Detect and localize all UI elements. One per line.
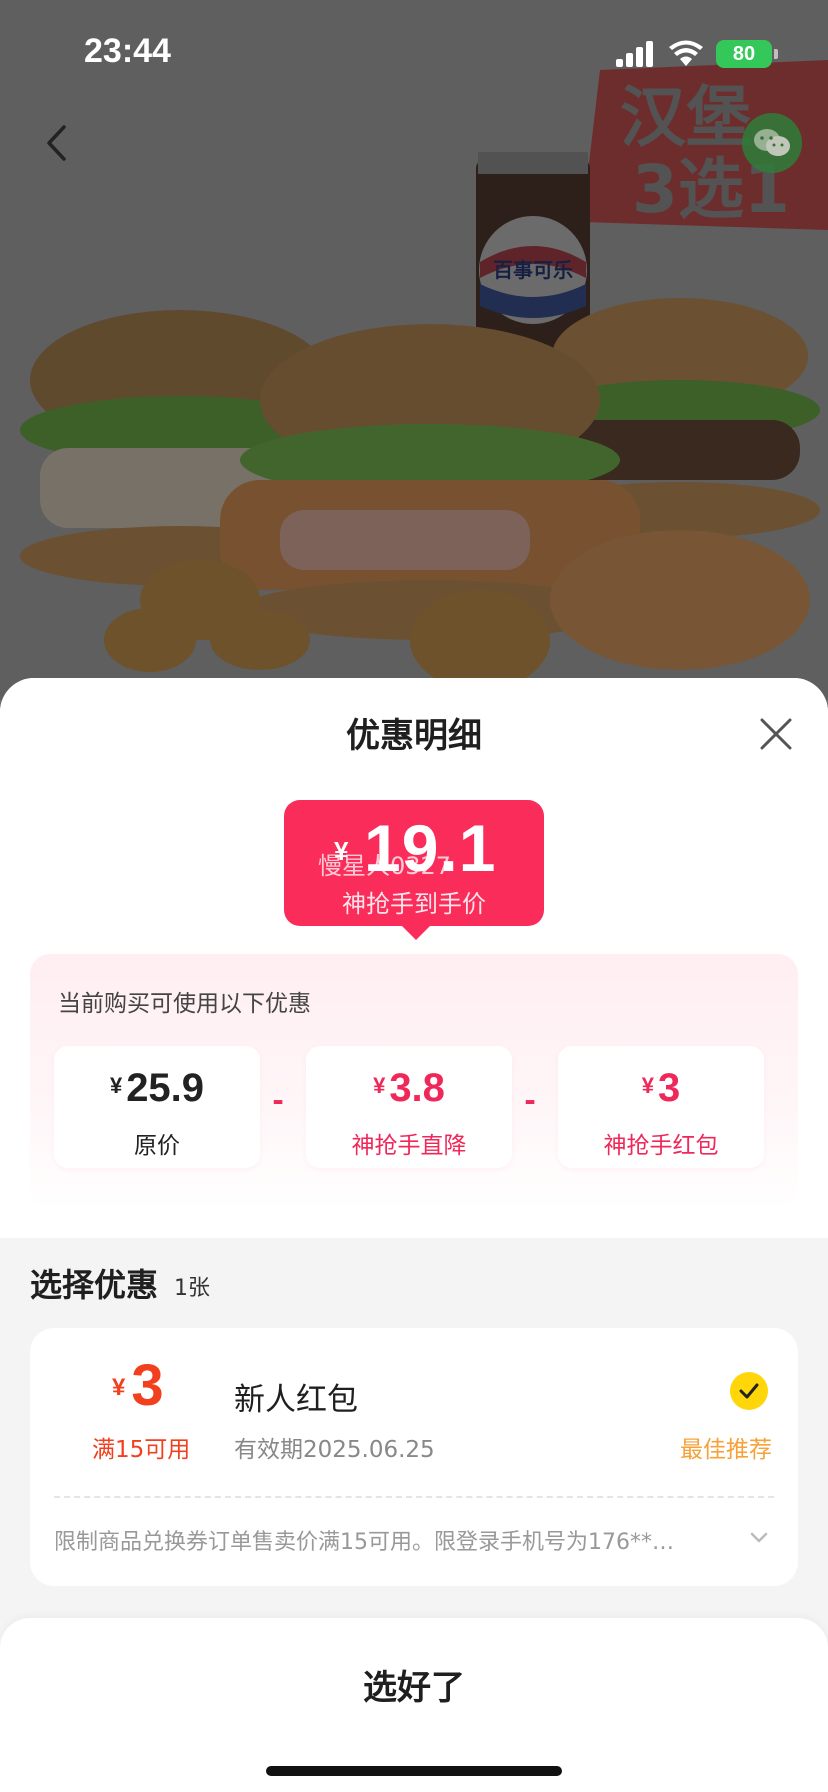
confirm-button[interactable]: 选好了 — [0, 1658, 828, 1718]
share-wechat-button[interactable] — [742, 113, 802, 173]
coupon-amount: 3 — [131, 1353, 164, 1418]
product-hero-image: 汉堡 3选1 百事可乐 23:44 80 — [0, 0, 828, 700]
currency-symbol: ¥ — [641, 1073, 654, 1098]
signal-icon — [616, 41, 653, 67]
discount-detail-sheet: 优惠明细 慢星人0327 ¥ 19.1 神抢手到手价 当前购买可使用以下优惠 ¥… — [0, 678, 828, 1792]
coupon-card[interactable]: ¥3 满15可用 新人红包 有效期2025.06.25 最佳推荐 限制商品兑换券… — [30, 1328, 798, 1586]
red-packet-value: 3 — [658, 1066, 681, 1110]
coupon-currency: ¥ — [112, 1374, 126, 1401]
direct-discount-box: ¥3.8 神抢手直降 — [306, 1046, 512, 1168]
close-button[interactable] — [756, 714, 796, 754]
final-price: 19.1 — [364, 811, 497, 885]
minus-sign: - — [272, 1084, 284, 1117]
wifi-icon — [669, 40, 703, 66]
home-indicator — [266, 1766, 562, 1776]
coupon-select-checkbox[interactable] — [730, 1372, 768, 1410]
breakdown-heading: 当前购买可使用以下优惠 — [58, 991, 311, 1017]
red-packet-label: 神抢手红包 — [603, 1133, 719, 1159]
battery-icon: 80 — [716, 40, 778, 68]
coupon-count: 1张 — [174, 1276, 210, 1301]
wechat-icon — [754, 129, 790, 156]
status-bar: 23:44 80 — [0, 0, 828, 110]
choose-discount-title: 选择优惠 — [30, 1266, 159, 1304]
chevron-left-icon — [47, 125, 66, 161]
coupon-name: 新人红包 — [234, 1382, 358, 1418]
currency-symbol: ¥ — [373, 1073, 386, 1098]
coupon-expiry: 有效期2025.06.25 — [234, 1437, 435, 1463]
back-button[interactable] — [36, 118, 76, 168]
coupon-terms: 限制商品兑换券订单售卖价满15可用。限登录手机号为176**… — [54, 1530, 674, 1555]
bottom-action-bar: 选好了 — [0, 1618, 828, 1792]
price-currency: ¥ — [334, 836, 349, 866]
coupon-condition: 满15可用 — [92, 1437, 191, 1463]
direct-discount-label: 神抢手直降 — [351, 1133, 467, 1159]
dashed-divider — [54, 1496, 774, 1498]
battery-level: 80 — [732, 42, 756, 65]
final-price-tag: 慢星人0327 ¥ 19.1 神抢手到手价 — [284, 800, 544, 940]
red-packet-box: ¥3 神抢手红包 — [558, 1046, 764, 1168]
close-icon — [760, 718, 792, 750]
best-recommend-badge: 最佳推荐 — [680, 1437, 772, 1463]
expand-terms-button[interactable] — [746, 1524, 772, 1550]
minus-sign: - — [524, 1084, 536, 1117]
final-price-label: 神抢手到手价 — [342, 890, 486, 918]
currency-symbol: ¥ — [109, 1073, 123, 1098]
screen: 汉堡 3选1 百事可乐 23:44 80 优惠明细 慢星人0327 ¥ 19.1… — [0, 0, 828, 1792]
original-price-label: 原价 — [134, 1133, 180, 1159]
discount-breakdown-panel: 当前购买可使用以下优惠 ¥25.9 原价 - ¥3.8 神抢手直降 - ¥3 神 — [30, 954, 798, 1210]
direct-discount-value: 3.8 — [389, 1066, 445, 1110]
original-price-box: ¥25.9 原价 — [54, 1046, 260, 1168]
status-time: 23:44 — [84, 32, 171, 70]
sheet-title: 优惠明细 — [346, 716, 482, 756]
chevron-down-icon — [750, 1532, 768, 1543]
check-icon — [739, 1383, 759, 1399]
status-icons: 80 — [616, 40, 778, 68]
original-price-value: 25.9 — [126, 1066, 205, 1110]
